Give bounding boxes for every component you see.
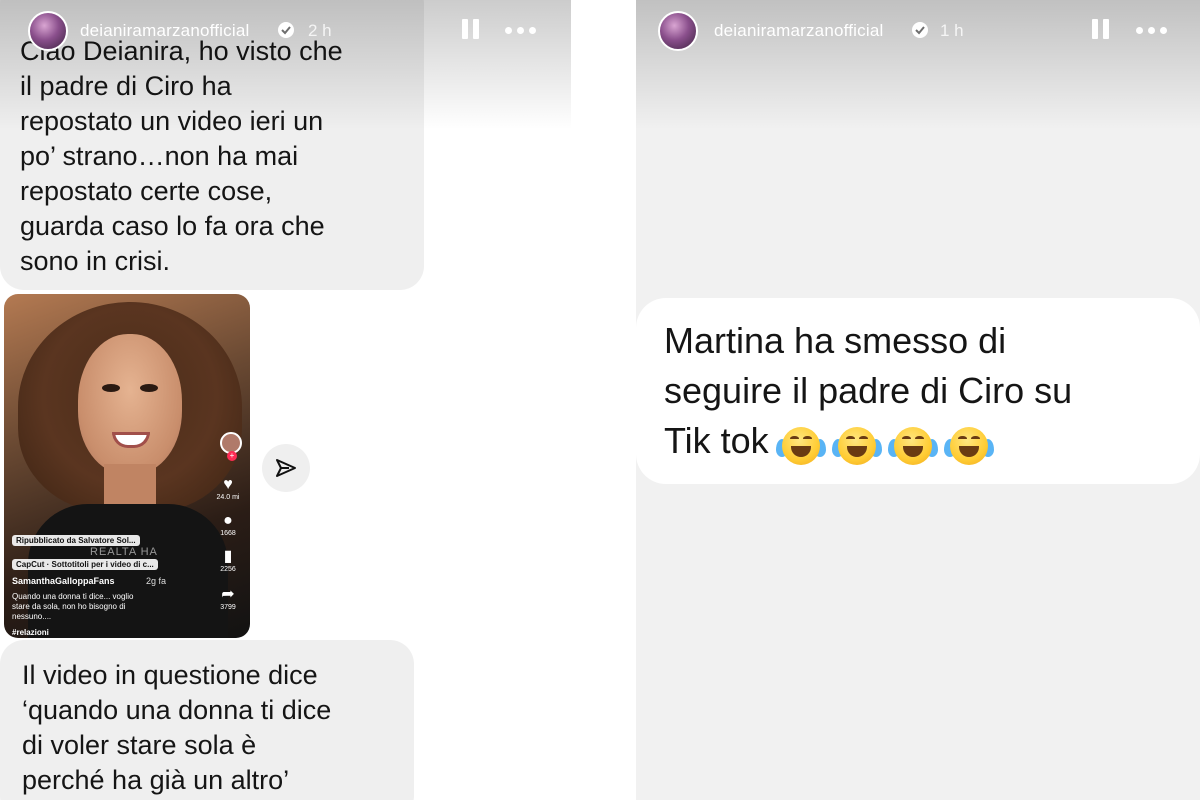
send-button[interactable] — [262, 444, 310, 492]
message-bottom-text: Il video in questione dice ‘quando una d… — [22, 660, 332, 795]
comment-icon: ● — [223, 512, 233, 529]
more-options-icon[interactable] — [505, 27, 537, 35]
bookmark-icon: ▮ — [223, 548, 233, 565]
message-top-text: Ciao Deianira, ho visto che il padre di … — [20, 36, 343, 276]
verified-badge-icon — [912, 22, 928, 38]
story-left: Ciao Deianira, ho visto che il padre di … — [0, 0, 571, 800]
tears-of-joy-emoji-icon — [943, 426, 994, 466]
post-time: 2 h — [308, 21, 332, 40]
pause-icon[interactable] — [1092, 19, 1110, 39]
video-caption: Quando una donna ti dice... voglio stare… — [12, 592, 134, 621]
tears-of-joy-emoji-icon — [831, 426, 882, 466]
verified-badge-icon — [278, 22, 294, 38]
video-face — [78, 334, 182, 474]
story-header-right: deianiramarzanofficial 1 h — [636, 8, 1200, 52]
like-count: 24.0 mi — [216, 494, 240, 501]
message-bubble: Martina ha smesso di seguire il padre di… — [636, 298, 1200, 484]
emoji-row — [775, 418, 1003, 468]
video-hashtag: #relazioni — [12, 628, 49, 637]
profile-avatar[interactable] — [28, 11, 68, 51]
comment-count: 1668 — [220, 530, 236, 537]
pause-icon[interactable] — [462, 19, 480, 39]
video-thumbnail[interactable]: + ♥ 24.0 mi ● 1668 ▮ 2256 ➦ 3799 Ripubbl… — [4, 294, 250, 638]
more-options-icon[interactable] — [1136, 27, 1168, 35]
story-header-left: deianiramarzanofficial 2 h — [0, 8, 571, 52]
video-posted-time: 2g fa — [146, 576, 167, 586]
heart-icon: ♥ — [223, 476, 233, 493]
profile-avatar[interactable] — [658, 11, 698, 51]
message-bubble-bottom: Il video in questione dice ‘quando una d… — [0, 640, 414, 800]
username[interactable]: deianiramarzanofficial — [714, 21, 883, 41]
video-account-name: SamanthaGalloppaFans — [12, 576, 115, 586]
follow-plus-icon[interactable]: + — [227, 451, 237, 461]
tears-of-joy-emoji-icon — [887, 426, 938, 466]
share-arrow-icon: ➦ — [221, 586, 235, 603]
story-divider — [571, 0, 636, 800]
share-count: 3799 — [220, 604, 236, 611]
story-right: Martina ha smesso di seguire il padre di… — [636, 0, 1200, 800]
video-repost-label: Ripubblicato da Salvatore Sol... — [12, 535, 140, 546]
like-action[interactable]: ♥ 24.0 mi — [214, 476, 242, 501]
video-eye-left — [102, 384, 120, 392]
video-mouth — [112, 432, 150, 448]
share-action[interactable]: ➦ 3799 — [214, 586, 242, 611]
save-action[interactable]: ▮ 2256 — [214, 548, 242, 573]
video-watermark: REALTA HA — [90, 546, 158, 558]
paper-plane-icon — [276, 459, 296, 477]
comment-action[interactable]: ● 1668 — [214, 512, 242, 537]
save-count: 2256 — [220, 566, 236, 573]
video-eye-right — [140, 384, 158, 392]
post-time: 1 h — [940, 21, 964, 40]
username[interactable]: deianiramarzanofficial — [80, 21, 249, 41]
tears-of-joy-emoji-icon — [775, 426, 826, 466]
video-capcut-label: CapCut · Sottotitoli per i video di c... — [12, 559, 158, 570]
